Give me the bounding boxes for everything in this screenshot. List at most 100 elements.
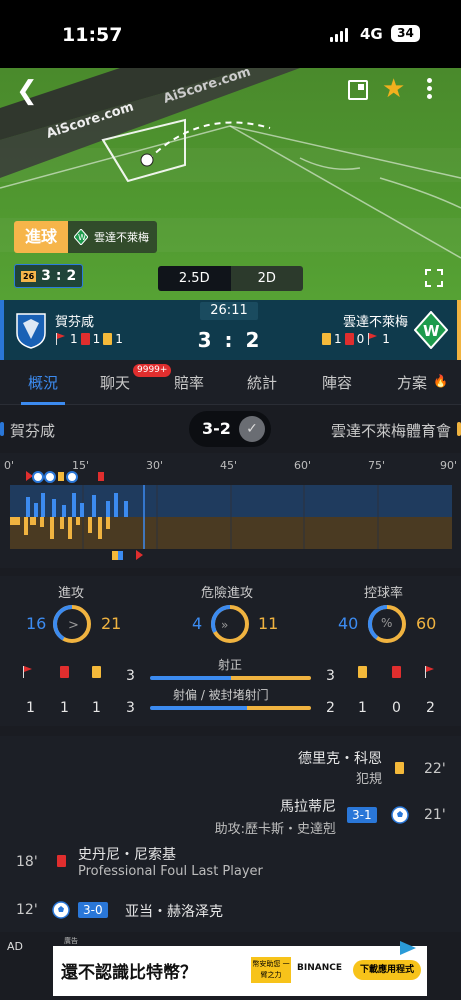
goal-tag: 進球 [14, 221, 69, 253]
home-yellow: 1 [115, 332, 123, 346]
mini-score-home: 3 [41, 268, 51, 284]
score-pill[interactable]: 3-2 ✓ [189, 411, 271, 447]
possession-home: 40 [338, 614, 359, 633]
status-bar: 11:57 4G 34 [0, 0, 461, 68]
corner-flag-icon [55, 333, 67, 345]
red-card-icon [57, 855, 66, 867]
dangerous-ring: » [211, 605, 249, 643]
off-target-title: 射偏 / 被封堵射门 [173, 688, 269, 702]
event-minute: 12' [16, 902, 38, 918]
ad-banner[interactable]: 還不認識比特幣？ 幣安助您 一臂之力 BINANCE 下載應用程式 [53, 946, 427, 996]
ad-headline: 還不認識比特幣？ [61, 963, 197, 983]
ad-slot: AD 廣告 還不認識比特幣？ 幣安助您 一臂之力 BINANCE 下載應用程式 [0, 932, 461, 1000]
away-color-edge [457, 300, 461, 360]
home-color-edge [0, 300, 4, 360]
ad-cta-button[interactable]: 下載應用程式 [353, 960, 421, 980]
mini-score-sep: : [55, 268, 62, 284]
picture-in-picture-button[interactable] [348, 80, 368, 100]
score-filter: 賀芬咸 3-2 ✓ 雲達不萊梅體育會 [0, 405, 461, 453]
signal-icon [330, 28, 348, 42]
ad-choices-icon[interactable] [398, 940, 418, 956]
event-score: 3-1 [347, 807, 377, 823]
ad-small-label: 廣告 [64, 937, 78, 945]
away-team-name: 雲達不萊梅 [342, 315, 408, 330]
ad-badge: 幣安助您 一臂之力 [251, 957, 291, 983]
away-cards: 1 0 1 [322, 332, 390, 346]
filter-score: 3-2 [202, 419, 231, 438]
football-icon [391, 806, 409, 824]
home-team-name: 賀芬咸 [55, 315, 95, 330]
away-corners-stat: 2 [426, 700, 435, 716]
football-icon [52, 901, 70, 919]
on-target-title: 射正 [218, 658, 243, 672]
dangerous-away: 11 [258, 614, 279, 633]
timeline-chart [10, 485, 452, 549]
home-red: 1 [92, 332, 101, 346]
away-red: 0 [356, 332, 365, 346]
back-button[interactable]: ❮ [16, 76, 40, 106]
yellow-card-icon [103, 333, 113, 345]
goal-banner: 進球 W 雲達不萊梅 [14, 221, 158, 253]
home-yellow-stat: 1 [92, 700, 101, 716]
goal-team: W 雲達不萊梅 [68, 221, 158, 253]
event-player: 史丹尼・尼索基 [78, 847, 176, 863]
yellow-card-icon [322, 333, 331, 345]
percent-symbol: % [381, 616, 393, 630]
network-label: 4G [360, 25, 383, 43]
home-cards: 1 1 1 [55, 332, 123, 346]
match-stats: 進攻 危險進攻 控球率 16 > 21 4 » 11 40 % 60 1 1 1… [0, 576, 461, 726]
attack-home: 16 [26, 614, 47, 633]
mini-minute: 26 [21, 270, 37, 282]
yellow-card-icon [395, 762, 404, 774]
filter-away-name[interactable]: 雲達不萊梅體育會 [331, 420, 461, 441]
more-menu-button[interactable] [424, 76, 434, 102]
attack-title: 進攻 [58, 586, 85, 601]
match-clock: 26:11 [200, 302, 258, 320]
fire-icon: 🔥 [433, 374, 448, 388]
dangerous-title: 危險進攻 [201, 586, 254, 601]
off-target-home: 3 [126, 700, 135, 716]
event-player: 德里克・科恩 [298, 751, 382, 767]
favorite-star-button[interactable]: ★ [382, 74, 405, 104]
possession-away: 60 [416, 614, 437, 633]
event-list: 德里克・科恩 犯規 22' 馬拉蒂尼 助攻:歷卡斯・史達剋 3-1 21' 18… [0, 736, 461, 932]
tab-stats[interactable]: 統計 [247, 372, 277, 393]
mini-score-away: 2 [66, 268, 77, 284]
svg-text:»: » [221, 618, 228, 632]
tab-overview[interactable]: 概況 [28, 372, 58, 393]
svg-text:>: > [68, 618, 79, 633]
away-red-stat: 0 [392, 700, 401, 716]
tab-lineup[interactable]: 陣容 [322, 372, 352, 393]
corner-flag-icon [367, 333, 379, 345]
tab-odds[interactable]: 賠率 [174, 372, 204, 393]
off-target-away: 2 [326, 700, 335, 716]
event-detail: Professional Foul Last Player [78, 864, 263, 879]
mini-score: 26 3 : 2 [14, 264, 84, 288]
battery-icon: 34 [391, 25, 420, 42]
away-yellow-stat: 1 [358, 700, 367, 716]
off-target-bar [150, 706, 311, 710]
on-target-home: 3 [126, 668, 135, 684]
home-team-logo[interactable] [14, 311, 48, 349]
check-icon[interactable]: ✓ [239, 416, 265, 442]
view-2-5d-button[interactable]: 2.5D [158, 266, 231, 291]
away-team-logo[interactable]: W [414, 311, 448, 349]
scoreboard: 賀芬咸 26:11 3 : 2 雲達不萊梅 W 1 1 1 1 0 1 [0, 300, 461, 360]
red-card-icon [392, 666, 401, 678]
on-target-bar [150, 676, 311, 680]
away-corners: 1 [382, 332, 390, 346]
dangerous-home: 4 [192, 614, 203, 633]
possession-title: 控球率 [364, 586, 404, 601]
view-2d-button[interactable]: 2D [230, 266, 303, 291]
yellow-card-icon [358, 666, 367, 678]
event-minute: 22' [424, 761, 446, 777]
filter-home-name[interactable]: 賀芬咸 [0, 420, 55, 441]
tab-plans[interactable]: 方案 [397, 372, 427, 393]
event-detail: 犯規 [355, 772, 382, 787]
tab-chat[interactable]: 聊天 [100, 372, 130, 393]
timeline-bottom-events [112, 550, 143, 560]
status-time: 11:57 [62, 24, 123, 46]
corner-flag-icon [424, 666, 436, 678]
tab-bar: 概況 聊天 9999+ 賠率 統計 陣容 方案 🔥 [0, 360, 461, 405]
fullscreen-icon[interactable] [425, 269, 443, 287]
